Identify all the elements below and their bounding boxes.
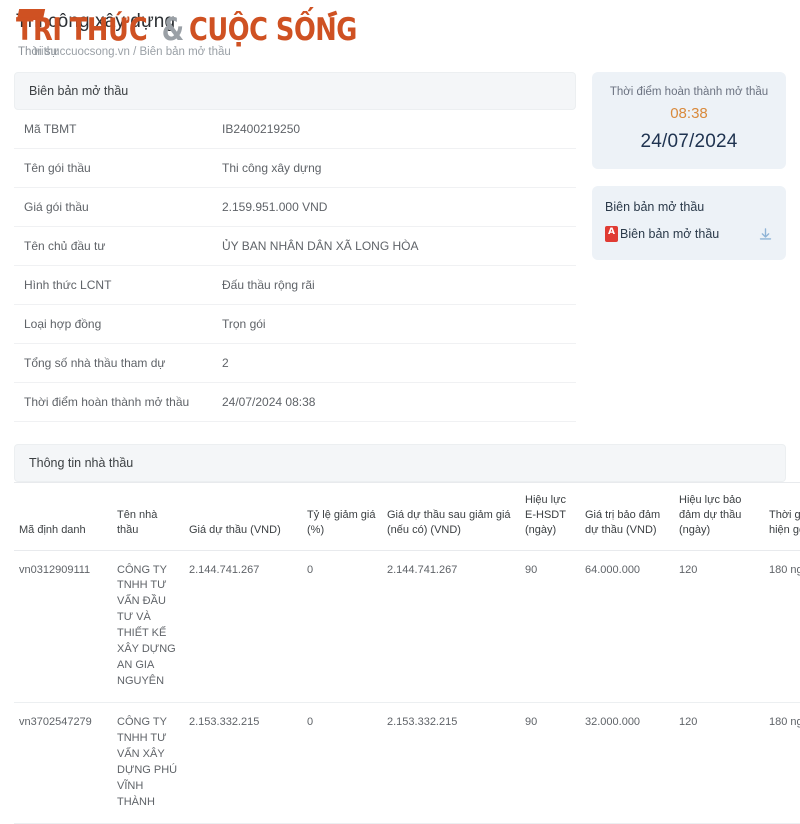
table-row: vn0312909111 CÔNG TY TNHH TƯ VẤN ĐẦU TƯ … [14, 550, 800, 704]
row-label: Tổng số nhà thầu tham dự [24, 356, 166, 370]
document-card-title: Biên bản mở thầu [605, 200, 705, 214]
row-value: 24/07/2024 08:38 [222, 395, 316, 409]
row-value: 2.159.951.000 VND [222, 200, 328, 214]
opening-record-table: Mã TBMT IB2400219250 Tên gói thầu Thi cô… [14, 110, 576, 422]
pdf-icon [605, 226, 618, 242]
table-row: Loại hợp đồng Trọn gói [14, 305, 576, 344]
table-row: Giá gói thầu 2.159.951.000 VND [14, 188, 576, 227]
opening-time-card: Thời điểm hoàn thành mở thầu 08:38 24/07… [592, 72, 786, 169]
cell-guarantee-value: 64.000.000 [580, 550, 674, 704]
cell-duration: 180 ngày [764, 550, 800, 704]
cell-bid-price-after: 2.153.332.215 [382, 702, 520, 824]
row-value: Trọn gói [222, 317, 266, 331]
cell-duration: 180 ngày [764, 702, 800, 824]
column-header-ehsdt-validity: Hiệu lực E-HSDT (ngày) [520, 482, 580, 551]
page-title: Thi công xây dựng [16, 11, 176, 32]
cell-ehsdt-validity: 90 [520, 702, 580, 824]
download-icon[interactable] [758, 227, 773, 242]
column-header-bid-price-after: Giá dự thầu sau giảm giá (nếu có) (VND) [382, 482, 520, 551]
bidder-section: Thông tin nhà thầu Mã định danh Tên nhà … [0, 444, 800, 824]
logo-text-secondary: CUỘC SỐNG [188, 12, 357, 48]
opening-time-value: 08:38 [670, 105, 708, 122]
table-row: vn3702547279 CÔNG TY TNHH TƯ VẤN XÂY DỰN… [14, 702, 800, 824]
cell-discount: 0 [302, 702, 382, 824]
column-header-duration: Thời gian thực hiện gói thầu [764, 482, 800, 551]
row-label: Giá gói thầu [24, 200, 89, 214]
row-label: Tên chủ đầu tư [24, 239, 106, 253]
cell-name: CÔNG TY TNHH TƯ VẤN XÂY DỰNG PHÚ VĨNH TH… [112, 702, 184, 824]
cell-ehsdt-validity: 90 [520, 550, 580, 704]
row-value: 2 [222, 356, 229, 370]
cell-guarantee-value: 32.000.000 [580, 702, 674, 824]
logo-tick-accent [327, 10, 338, 18]
bidder-table-header-row: Mã định danh Tên nhà thầu Giá dự thầu (V… [14, 482, 800, 551]
main-column: Biên bản mở thầu Mã TBMT IB2400219250 Tê… [14, 72, 576, 422]
column-header-bid-price: Giá dự thầu (VND) [184, 482, 302, 551]
column-header-id: Mã định danh [14, 482, 112, 551]
row-label: Hình thức LCNT [24, 278, 112, 292]
opening-time-label: Thời điểm hoàn thành mở thầu [609, 86, 769, 98]
breadcrumb: Thời sự [18, 46, 58, 58]
cell-bid-price: 2.144.741.267 [184, 550, 302, 704]
cell-bid-price-after: 2.144.741.267 [382, 550, 520, 704]
row-value: Đấu thầu rộng rãi [222, 278, 315, 292]
page-header: Thi công xây dựng Thời sự trithuccuocson… [0, 0, 800, 72]
table-row: Tên chủ đầu tư ỦY BAN NHÂN DÂN XÃ LONG H… [14, 227, 576, 266]
table-row: Hình thức LCNT Đấu thầu rộng rãi [14, 266, 576, 305]
column-header-guarantee-value: Giá trị bảo đảm dự thầu (VND) [580, 482, 674, 551]
row-value: ỦY BAN NHÂN DÂN XÃ LONG HÒA [222, 239, 419, 253]
row-value: Thi công xây dựng [222, 161, 322, 175]
cell-guarantee-validity: 120 [674, 550, 764, 704]
cell-bid-price: 2.153.332.215 [184, 702, 302, 824]
table-row: Thời điểm hoàn thành mở thầu 24/07/2024 … [14, 383, 576, 422]
opening-date-value: 24/07/2024 [640, 131, 738, 152]
document-card: Biên bản mở thầu Biên bản mở thầu [592, 186, 786, 260]
row-label: Mã TBMT [24, 122, 77, 136]
table-row: Mã TBMT IB2400219250 [14, 110, 576, 149]
breadcrumb-item-current: Biên bản mở thầu [139, 46, 231, 58]
bidder-panel-title: Thông tin nhà thầu [14, 444, 786, 482]
column-header-guarantee-validity: Hiệu lực bảo đảm dự thầu (ngày) [674, 482, 764, 551]
row-label: Thời điểm hoàn thành mở thầu [24, 395, 190, 409]
opening-record-panel-title: Biên bản mở thầu [14, 72, 576, 110]
cell-discount: 0 [302, 550, 382, 704]
row-label: Tên gói thầu [24, 161, 91, 175]
sidebar-column: Thời điểm hoàn thành mở thầu 08:38 24/07… [592, 72, 786, 260]
opening-record-panel: Biên bản mở thầu Mã TBMT IB2400219250 Tê… [14, 72, 576, 422]
breadcrumb-separator: / [133, 46, 137, 58]
bidder-table: Mã định danh Tên nhà thầu Giá dự thầu (V… [14, 482, 800, 824]
document-file-name[interactable]: Biên bản mở thầu [620, 227, 758, 241]
bidder-panel: Thông tin nhà thầu Mã định danh Tên nhà … [14, 444, 800, 824]
table-row: Tổng số nhà thầu tham dự 2 [14, 344, 576, 383]
row-value: IB2400219250 [222, 122, 301, 136]
breadcrumb-watermark: trithuccuocsong.vn / Biên bản mở thầu [34, 46, 231, 58]
row-label: Loại hợp đồng [24, 317, 102, 331]
column-header-name: Tên nhà thầu [112, 482, 184, 551]
cell-id: vn3702547279 [14, 702, 112, 824]
cell-name: CÔNG TY TNHH TƯ VẤN ĐẦU TƯ VÀ THIẾT KẾ X… [112, 550, 184, 704]
breadcrumb-item-home[interactable]: Thời sự [18, 46, 58, 58]
content-columns: Biên bản mở thầu Mã TBMT IB2400219250 Tê… [0, 72, 800, 422]
column-header-discount: Tỷ lệ giảm giá (%) [302, 482, 382, 551]
cell-guarantee-validity: 120 [674, 702, 764, 824]
table-row: Tên gói thầu Thi công xây dựng [14, 149, 576, 188]
cell-id: vn0312909111 [14, 550, 112, 704]
document-file-row[interactable]: Biên bản mở thầu [605, 226, 773, 242]
